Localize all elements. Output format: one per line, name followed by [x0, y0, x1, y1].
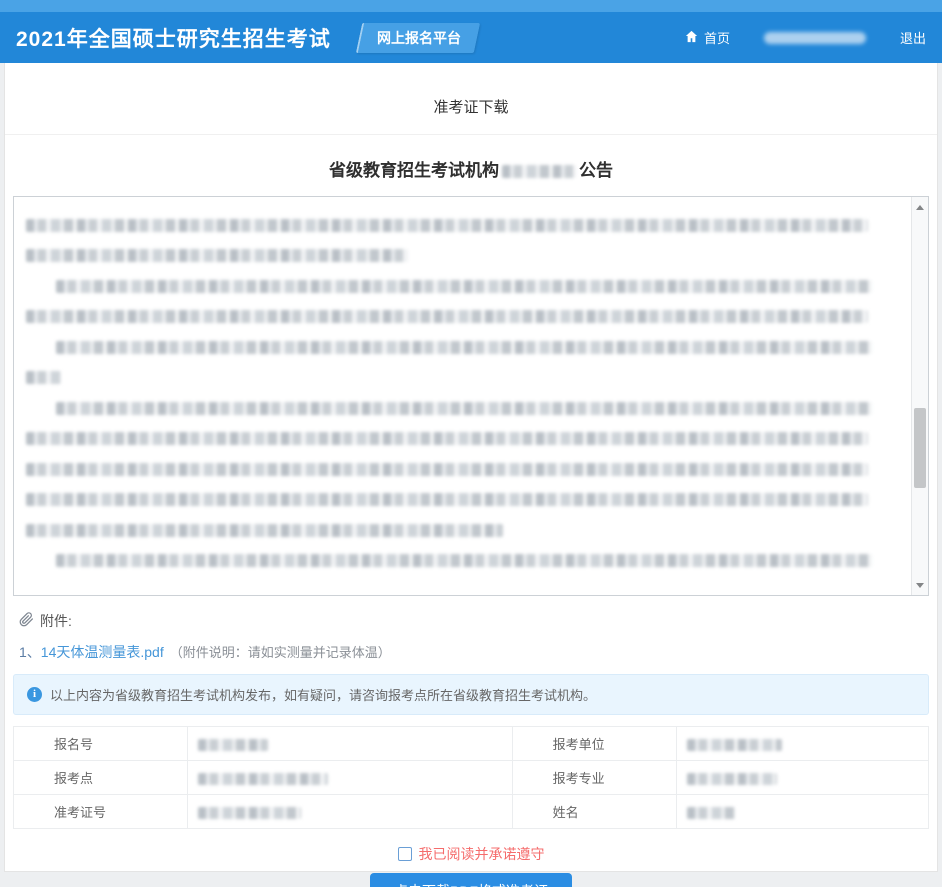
announcement-title-prefix: 省级教育招生考试机构 — [329, 161, 499, 180]
attachment-note: （附件说明：请如实测量并记录体温） — [170, 645, 391, 660]
redacted-text-line — [26, 546, 894, 577]
table-label: 报名号 — [14, 727, 188, 761]
content-card: 准考证下载 省级教育招生考试机构 公告 附件: 1、14天体温测量表.pdf （附件… — [4, 63, 938, 872]
attachment-header: 附件: — [19, 611, 923, 631]
agreement-checkbox[interactable] — [398, 847, 412, 861]
table-label: 准考证号 — [14, 795, 188, 829]
table-row: 报名号 报考单位 — [14, 727, 929, 761]
attachment-item: 1、14天体温测量表.pdf （附件说明：请如实测量并记录体温） — [19, 642, 923, 662]
username-redacted — [764, 32, 866, 44]
scroll-up-icon — [916, 205, 924, 210]
scrollbar-thumb[interactable] — [914, 408, 926, 488]
redacted-text-line — [26, 210, 894, 241]
table-value-redacted — [677, 761, 929, 795]
scroll-down-icon — [916, 583, 924, 588]
announcement-scroll-area[interactable] — [13, 196, 929, 596]
table-label: 报考单位 — [512, 727, 677, 761]
agreement-label: 我已阅读并承诺遵守 — [419, 844, 545, 864]
home-icon — [684, 29, 699, 47]
table-label: 姓名 — [512, 795, 677, 829]
redacted-text-line — [26, 241, 894, 272]
attachment-index: 1、 — [19, 644, 41, 660]
announcement-title-redacted — [502, 165, 576, 178]
notice-text: 以上内容为省级教育招生考试机构发布，如有疑问，请咨询报考点所在省级教育招生考试机… — [50, 685, 596, 704]
info-icon: i — [27, 687, 42, 702]
table-label: 报考专业 — [512, 761, 677, 795]
scrollbar-up-button[interactable] — [912, 199, 928, 215]
paperclip-icon — [19, 612, 34, 630]
redacted-text-line — [26, 302, 894, 333]
announcement-body — [26, 210, 894, 576]
redacted-text-line — [26, 271, 894, 302]
redacted-text-line — [26, 485, 894, 516]
candidate-info-table: 报名号 报考单位报考点 报考专业准考证号 姓名 — [13, 726, 929, 829]
platform-badge: 网上报名平台 — [356, 23, 480, 53]
download-pdf-button[interactable]: 点击下载PDF格式准考证 — [370, 873, 572, 887]
table-row: 报考点 报考专业 — [14, 761, 929, 795]
platform-badge-label: 网上报名平台 — [377, 28, 461, 48]
scrollbar-down-button[interactable] — [912, 577, 928, 593]
table-label: 报考点 — [14, 761, 188, 795]
announcement-title-suffix: 公告 — [579, 161, 613, 180]
announcement-title: 省级教育招生考试机构 公告 — [5, 156, 937, 181]
home-link[interactable]: 首页 — [684, 28, 730, 47]
attachment-label: 附件: — [40, 611, 72, 631]
app-header: 2021年全国硕士研究生招生考试 网上报名平台 首页 退出 — [0, 12, 942, 63]
header-nav: 首页 退出 — [684, 28, 926, 47]
table-value-redacted — [187, 795, 512, 829]
table-row: 准考证号 姓名 — [14, 795, 929, 829]
agreement-row: 我已阅读并承诺遵守 — [5, 844, 937, 864]
page-title: 准考证下载 — [5, 63, 937, 135]
home-link-label: 首页 — [704, 28, 730, 47]
window-top-strip — [0, 0, 942, 12]
notice-bar: i 以上内容为省级教育招生考试机构发布，如有疑问，请咨询报考点所在省级教育招生考… — [13, 674, 929, 715]
table-value-redacted — [187, 727, 512, 761]
redacted-text-line — [26, 454, 894, 485]
table-value-redacted — [677, 795, 929, 829]
scrollbar[interactable] — [911, 197, 928, 595]
redacted-text-line — [26, 332, 894, 363]
redacted-text-line — [26, 515, 894, 546]
logout-link[interactable]: 退出 — [900, 28, 926, 47]
info-table-body: 报名号 报考单位报考点 报考专业准考证号 姓名 — [14, 727, 929, 829]
table-value-redacted — [187, 761, 512, 795]
table-value-redacted — [677, 727, 929, 761]
redacted-text-line — [26, 363, 894, 394]
app-title: 2021年全国硕士研究生招生考试 — [16, 23, 331, 53]
redacted-text-line — [26, 424, 894, 455]
attachment-file-link[interactable]: 14天体温测量表.pdf — [41, 644, 164, 660]
redacted-text-line — [26, 393, 894, 424]
